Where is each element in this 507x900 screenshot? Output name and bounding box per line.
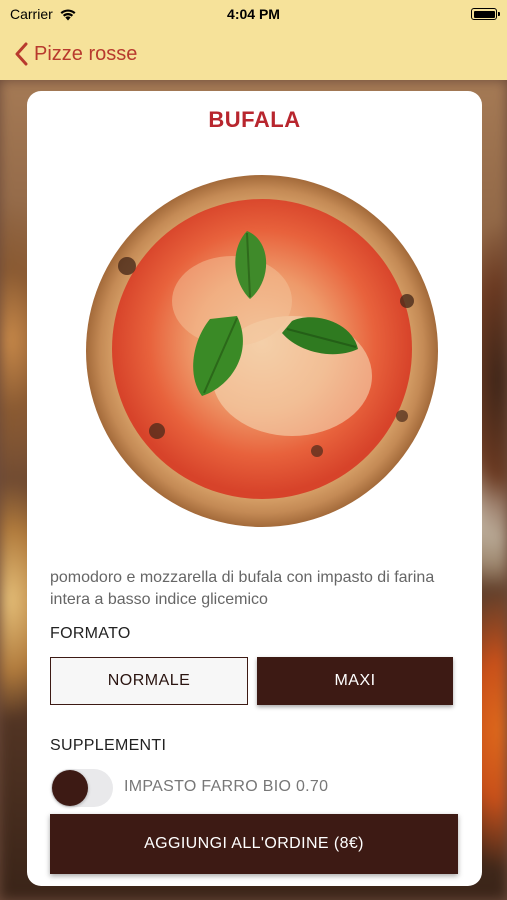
battery-icon xyxy=(471,8,500,20)
pizza-image xyxy=(82,171,442,531)
battery-level xyxy=(473,10,495,18)
wifi-icon xyxy=(60,8,76,20)
product-card: BUFALA pomodoro e mozzarella di bufala c… xyxy=(27,91,482,886)
product-description: pomodoro e mozzarella di bufala con impa… xyxy=(50,569,435,608)
carrier-label: Carrier xyxy=(10,6,53,22)
toggle-knob xyxy=(52,770,88,806)
back-button-label: Pizze rosse xyxy=(34,42,138,65)
supplementi-label: SUPPLEMENTI xyxy=(50,737,167,754)
status-bar: Carrier 4:04 PM xyxy=(0,0,507,28)
product-title: BUFALA xyxy=(208,107,301,132)
format-option-normale[interactable]: NORMALE xyxy=(50,657,248,705)
navigation-bar: Pizze rosse xyxy=(0,28,507,80)
chevron-left-icon xyxy=(15,42,28,66)
supplement-label: IMPASTO FARRO BIO 0.70 xyxy=(124,778,329,795)
formato-label: FORMATO xyxy=(50,625,131,642)
add-to-order-button[interactable]: AGGIUNGI ALL'ORDINE (8€) xyxy=(50,814,458,874)
format-option-maxi[interactable]: MAXI xyxy=(257,657,453,705)
back-button[interactable]: Pizze rosse xyxy=(14,42,137,66)
supplement-toggle[interactable] xyxy=(51,769,113,807)
